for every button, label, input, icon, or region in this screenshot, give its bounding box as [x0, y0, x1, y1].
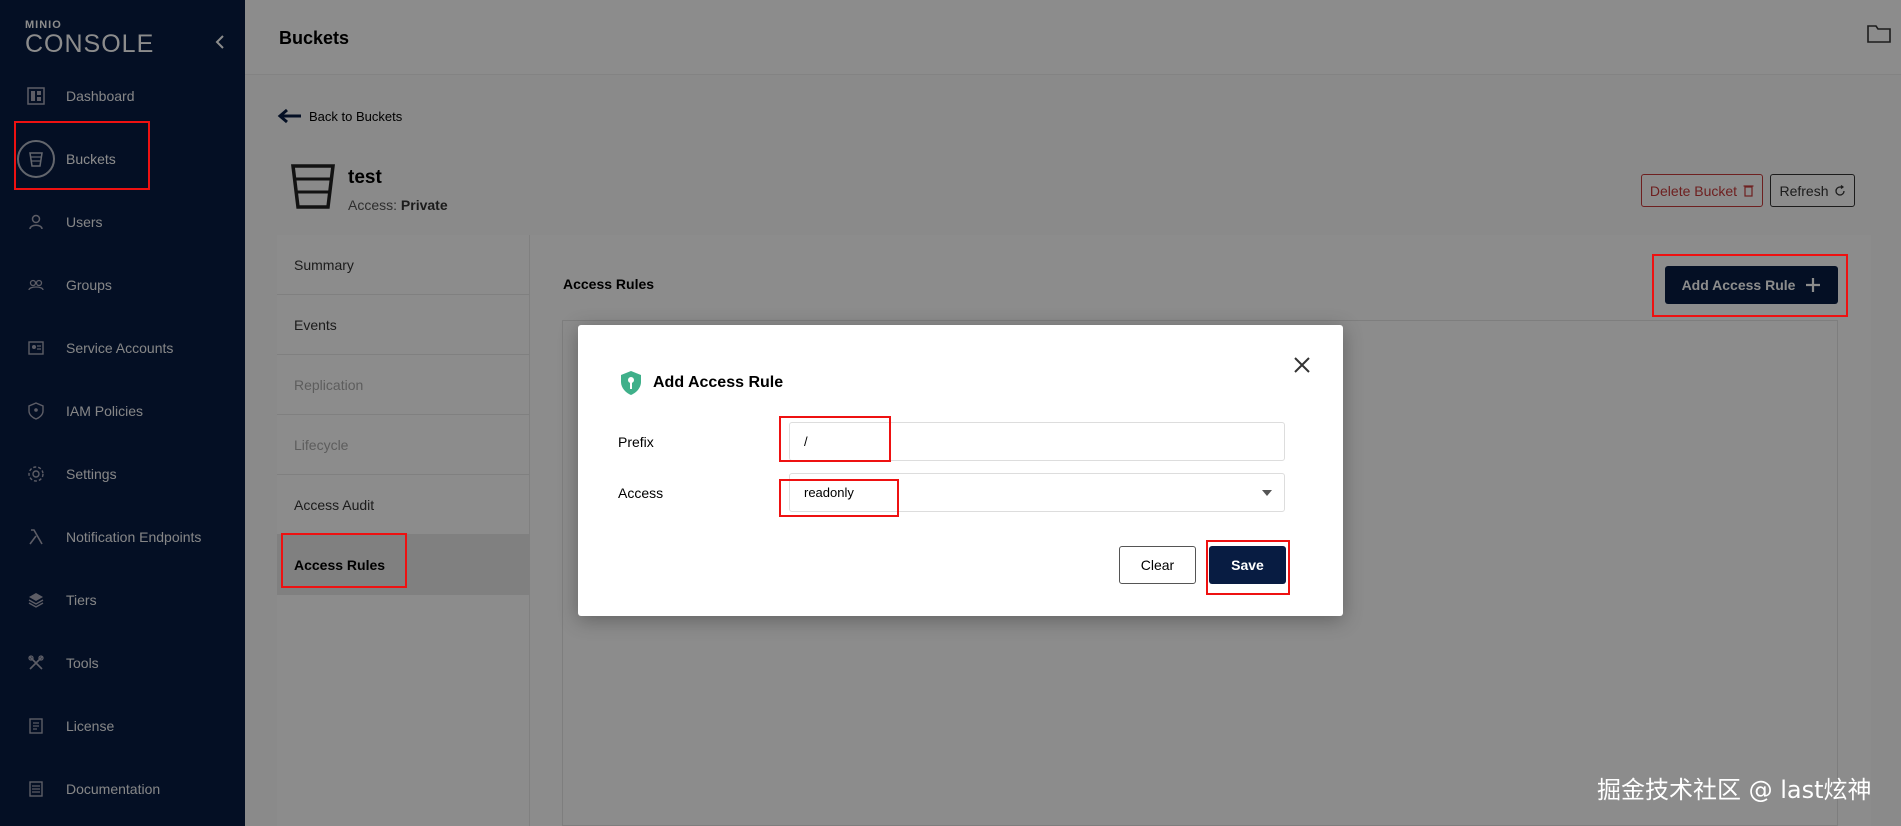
close-icon[interactable] — [1293, 356, 1311, 374]
highlight-box-prefix — [779, 416, 891, 462]
highlight-box-access-rules-tab — [281, 533, 407, 588]
highlight-box-save — [1206, 540, 1290, 595]
highlight-box-buckets — [14, 121, 150, 190]
clear-button[interactable]: Clear — [1119, 546, 1196, 584]
watermark-text: 掘金技术社区 @ last炫神 — [1597, 776, 1872, 804]
chevron-down-icon — [1262, 490, 1272, 496]
dialog-title: Add Access Rule — [653, 374, 784, 391]
highlight-box-add-rule-button — [1652, 254, 1848, 317]
access-label: Access — [618, 485, 664, 501]
shield-key-icon — [621, 371, 641, 395]
prefix-label: Prefix — [618, 434, 654, 450]
highlight-box-access — [779, 479, 899, 517]
